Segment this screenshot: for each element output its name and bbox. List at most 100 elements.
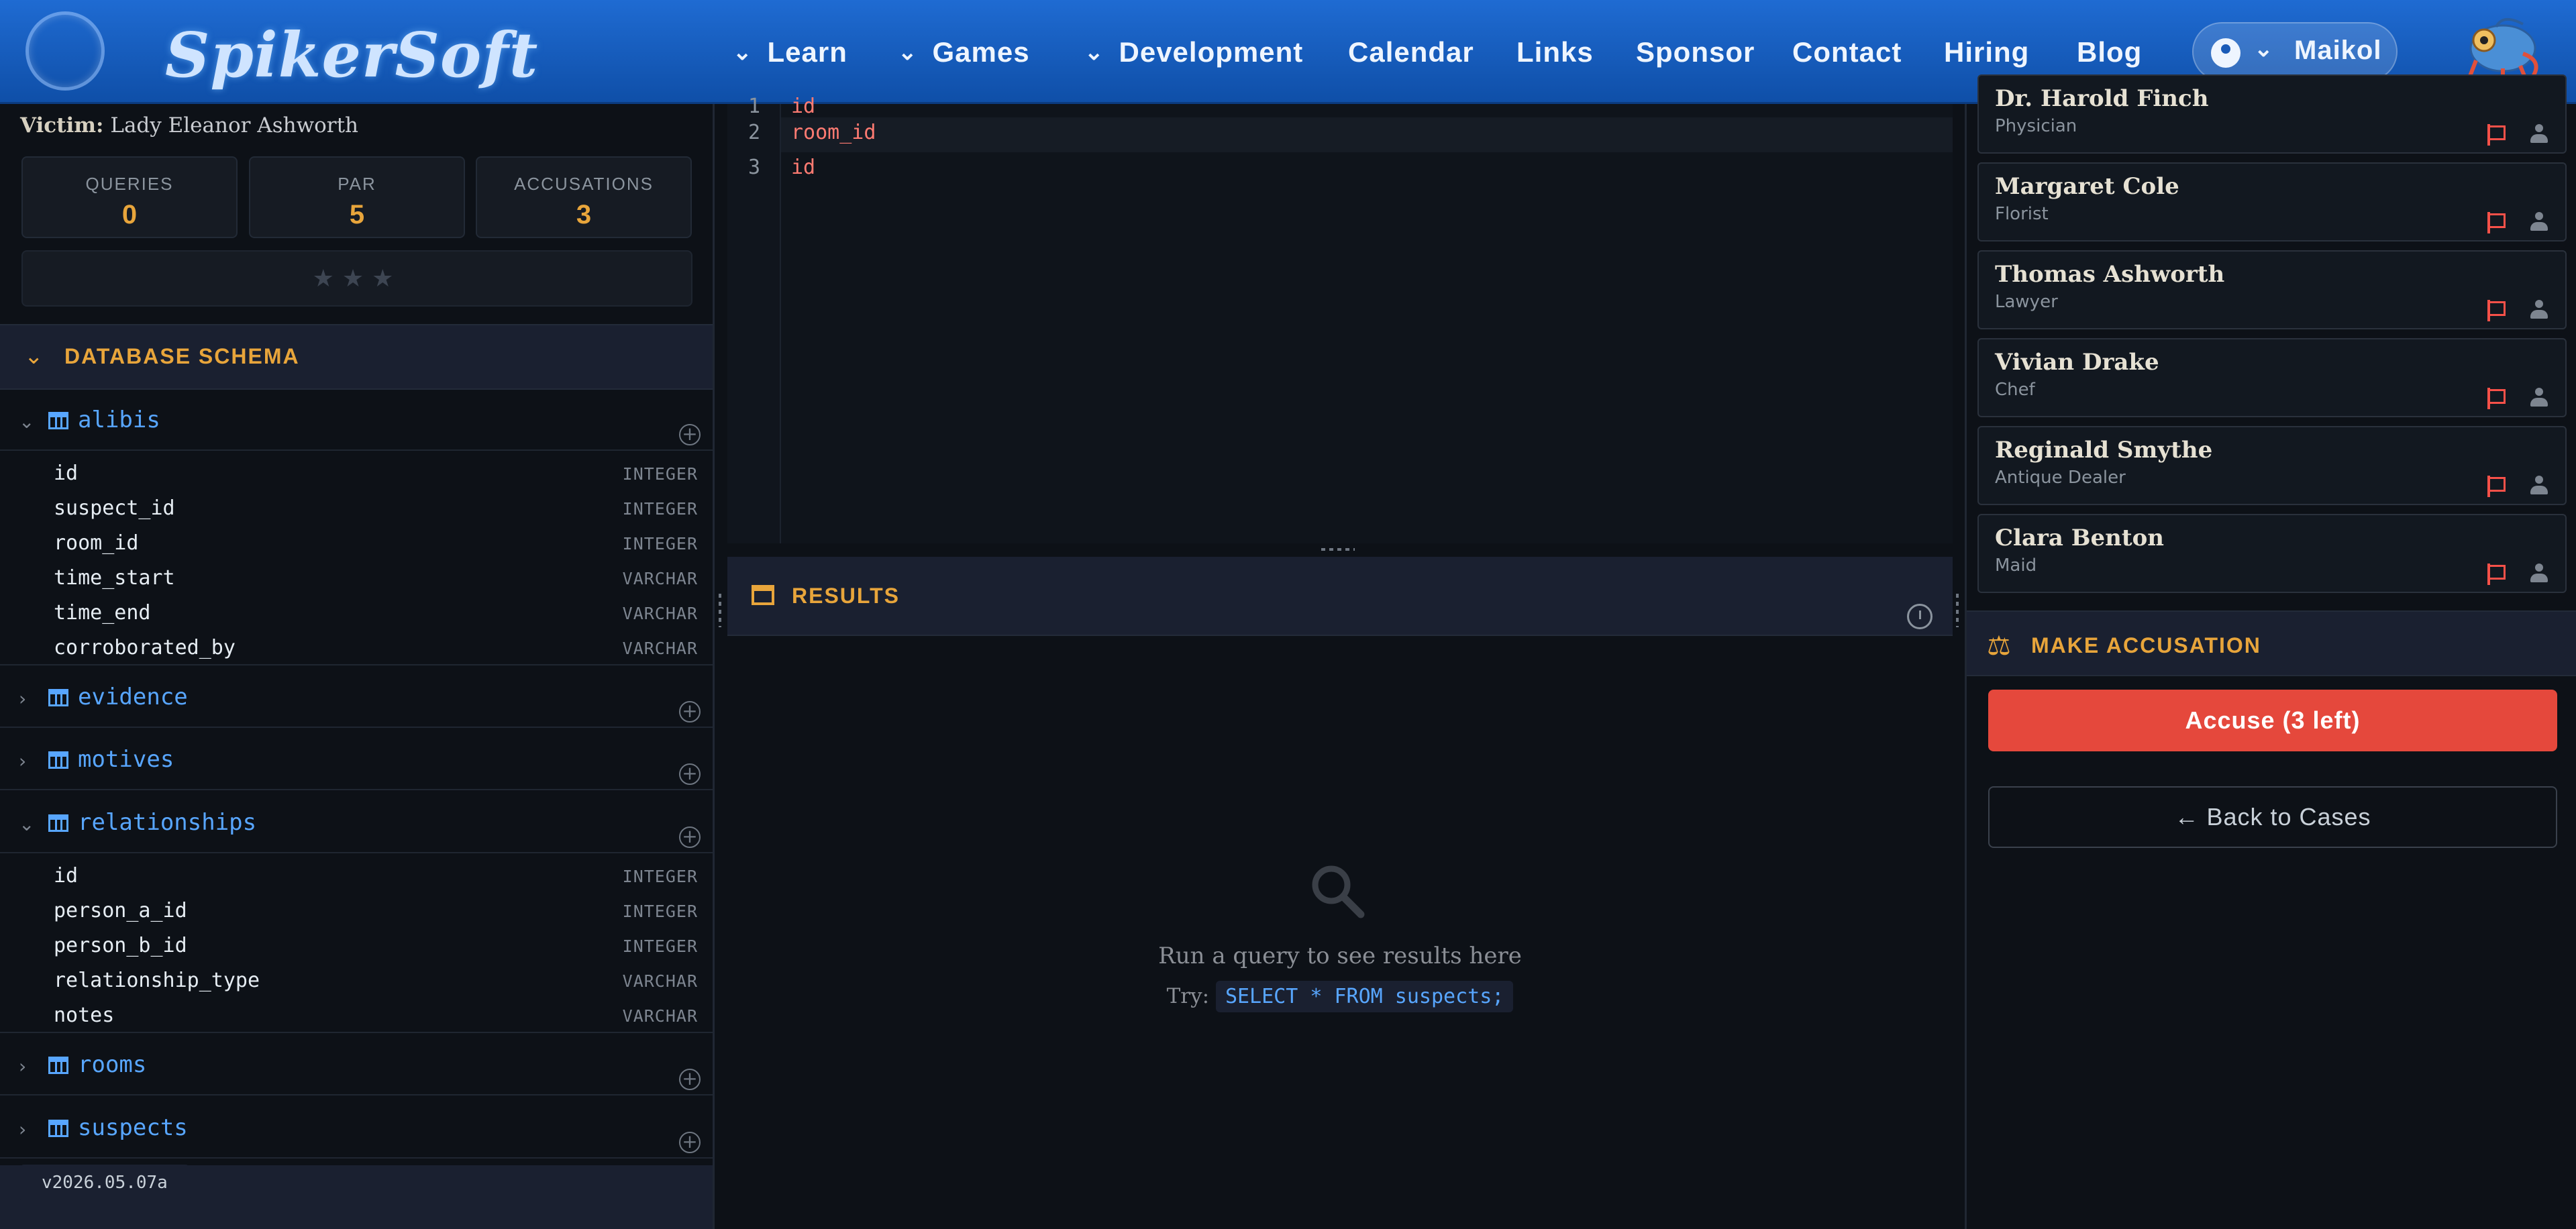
nav-sponsor[interactable]: Sponsor [1636, 32, 1755, 72]
column-row[interactable]: relationship_type VARCHAR [54, 962, 698, 997]
flag-icon[interactable] [2487, 564, 2506, 585]
column-type: VARCHAR [622, 971, 698, 991]
column-row[interactable]: time_start VARCHAR [54, 559, 698, 594]
nav-contact[interactable]: Contact [1792, 32, 1902, 72]
table-icon [48, 1057, 68, 1074]
user-menu-button[interactable]: ⌄ Maikol [2192, 22, 2398, 81]
person-icon[interactable] [2529, 476, 2549, 496]
stat-accusations-value: 3 [576, 200, 592, 229]
person-icon[interactable] [2529, 300, 2549, 320]
person-icon[interactable] [2529, 564, 2549, 584]
nav-blog[interactable]: Blog [2077, 32, 2142, 72]
nav-games[interactable]: ⌄ Games [898, 32, 1030, 72]
stat-par-value: 5 [349, 200, 365, 229]
accuse-button[interactable]: Accuse (3 left) [1988, 690, 2557, 751]
empty-results-message: Run a query to see results here [1158, 943, 1522, 969]
left-resize-handle[interactable] [717, 104, 723, 1229]
person-icon[interactable] [2529, 388, 2549, 408]
try-label: Try: [1166, 984, 1210, 1008]
example-query[interactable]: SELECT * FROM suspects; [1215, 981, 1514, 1012]
person-icon[interactable] [2529, 212, 2549, 232]
column-row[interactable]: room_id INTEGER [54, 525, 698, 559]
suspect-name: Margaret Cole [1995, 173, 2179, 200]
flag-icon[interactable] [2487, 300, 2506, 321]
brand-logo[interactable]: SpikerSoft [165, 19, 538, 91]
add-table-icon[interactable]: + [679, 1069, 701, 1090]
user-circle-icon [2211, 38, 2240, 68]
schema-title: DATABASE SCHEMA [64, 344, 300, 368]
suspect-card[interactable]: Dr. Harold Finch Physician [1977, 74, 2567, 154]
table-name: alibis [78, 407, 160, 433]
column-row[interactable]: suspect_id INTEGER [54, 490, 698, 525]
column-type: VARCHAR [622, 639, 698, 658]
flag-icon[interactable] [2487, 212, 2506, 233]
nav-learn[interactable]: ⌄ Learn [733, 32, 847, 72]
table-name: rooms [78, 1051, 147, 1078]
column-name: time_end [54, 601, 151, 625]
nav-calendar[interactable]: Calendar [1348, 32, 1474, 72]
table-motives[interactable]: › motives + [0, 730, 713, 790]
editor-resize-handle[interactable] [727, 543, 1953, 557]
column-name: notes [54, 1004, 115, 1027]
column-row[interactable]: corroborated_by VARCHAR [54, 629, 698, 664]
suspect-name: Dr. Harold Finch [1995, 85, 2209, 112]
flag-icon[interactable] [2487, 388, 2506, 409]
results-header: RESULTS [727, 557, 1953, 636]
nav-hiring[interactable]: Hiring [1944, 32, 2029, 72]
column-row[interactable]: notes VARCHAR [54, 997, 698, 1032]
victim-line: Victim: Lady Eleanor Ashworth [20, 113, 358, 138]
schema-section-header[interactable]: ⌄ DATABASE SCHEMA [0, 324, 713, 390]
flag-icon[interactable] [2487, 476, 2506, 497]
column-type: VARCHAR [622, 1006, 698, 1026]
gavel-icon: ⚖ [1987, 631, 2011, 661]
table-name: suspects [78, 1114, 188, 1141]
table-alibis[interactable]: ⌄ alibis + [0, 390, 713, 451]
chevron-right-icon: › [19, 1118, 27, 1140]
suspect-card[interactable]: Thomas Ashworth Lawyer [1977, 250, 2567, 329]
column-row[interactable]: id INTEGER [54, 857, 698, 892]
suspect-card[interactable]: Margaret Cole Florist [1977, 162, 2567, 242]
add-table-icon[interactable]: + [679, 701, 701, 723]
column-type: INTEGER [622, 867, 698, 886]
table-suspects[interactable]: › suspects + [0, 1098, 713, 1159]
suspect-card[interactable]: Reginald Smythe Antique Dealer [1977, 426, 2567, 505]
sql-editor[interactable]: 1 id 2 room_id 3 id [727, 95, 1953, 543]
stat-par-label: PAR [338, 174, 376, 194]
try-hint: Try: SELECT * FROM suspects; [727, 981, 1953, 1012]
stat-accusations: ACCUSATIONS 3 [476, 156, 692, 238]
add-table-icon[interactable]: + [679, 1132, 701, 1153]
code-line[interactable]: id [791, 156, 815, 179]
chevron-down-icon: ⌄ [19, 411, 35, 433]
right-resize-handle[interactable] [1954, 104, 1961, 1229]
code-line[interactable]: id [791, 95, 815, 118]
logo-ring-icon[interactable] [25, 11, 105, 91]
column-row[interactable]: person_b_id INTEGER [54, 927, 698, 962]
table-relationships[interactable]: ⌄ relationships + [0, 793, 713, 853]
add-table-icon[interactable]: + [679, 826, 701, 848]
history-icon[interactable] [1907, 604, 1933, 629]
suspect-card[interactable]: Clara Benton Maid [1977, 514, 2567, 593]
nav-links[interactable]: Links [1516, 32, 1594, 72]
nav-development[interactable]: ⌄ Development [1084, 32, 1303, 72]
person-icon[interactable] [2529, 124, 2549, 144]
suspects-panel: Dr. Harold Finch Physician Margaret Cole… [1965, 74, 2576, 1229]
column-row[interactable]: id INTEGER [54, 455, 698, 490]
column-type: VARCHAR [622, 569, 698, 588]
search-icon [1312, 865, 1365, 918]
suspect-role: Florist [1995, 204, 2049, 224]
column-type: INTEGER [622, 499, 698, 519]
column-row[interactable]: time_end VARCHAR [54, 594, 698, 629]
column-row[interactable]: person_a_id INTEGER [54, 892, 698, 927]
table-evidence[interactable]: › evidence + [0, 667, 713, 728]
flag-icon[interactable] [2487, 124, 2506, 146]
add-table-icon[interactable]: + [679, 424, 701, 445]
chevron-right-icon: › [19, 1055, 27, 1077]
column-name: person_b_id [54, 934, 187, 957]
back-to-cases-button[interactable]: ← Back to Cases [1988, 786, 2557, 848]
table-rooms[interactable]: › rooms + [0, 1035, 713, 1096]
column-name: time_start [54, 566, 175, 590]
add-table-icon[interactable]: + [679, 763, 701, 785]
suspect-card[interactable]: Vivian Drake Chef [1977, 338, 2567, 417]
column-name: person_a_id [54, 899, 187, 922]
code-line[interactable]: room_id [791, 121, 876, 144]
